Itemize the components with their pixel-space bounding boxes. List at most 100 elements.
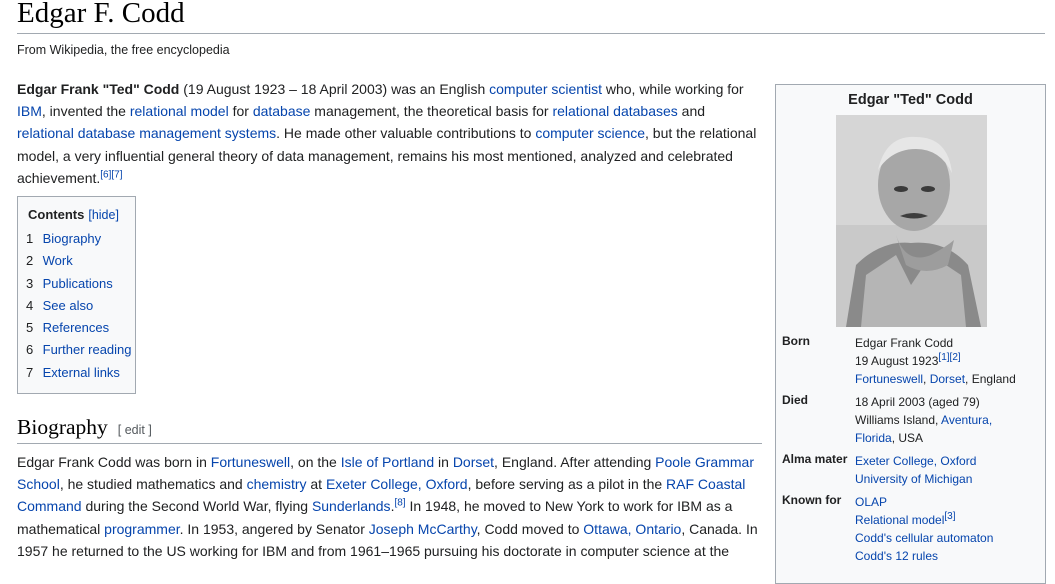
infobox-value: Exeter College, Oxford University of Mic… — [855, 452, 976, 488]
separator: , — [923, 372, 930, 386]
infobox-value: 18 April 2003 (aged 79) Williams Island,… — [855, 393, 992, 447]
toc-link-external-links[interactable]: External links — [43, 365, 120, 380]
link-ibm[interactable]: IBM — [17, 103, 42, 119]
intro-text: management, the theoretical basis for — [310, 103, 553, 120]
bio-text: in — [434, 454, 453, 470]
link-relational-databases[interactable]: relational databases — [552, 103, 677, 119]
reference-link[interactable]: [3] — [944, 511, 955, 522]
bio-text: . In 1953, angered by Senator — [179, 520, 369, 537]
infobox: Edgar "Ted" Codd Born Edgar Frank Codd 1… — [775, 84, 1046, 584]
bio-text: Edgar Frank Codd was born in — [17, 454, 211, 470]
link-exeter-college[interactable]: Exeter College, Oxford — [855, 454, 976, 468]
section-heading-text: Biography — [17, 415, 108, 439]
toc-link-publications[interactable]: Publications — [43, 276, 113, 291]
link-fortuneswell[interactable]: Fortuneswell — [855, 372, 923, 386]
toc-list: 1 Biography 2 Work 3 Publications 4 See … — [26, 231, 132, 387]
link-isle-of-portland[interactable]: Isle of Portland — [341, 454, 434, 470]
born-country: , England — [965, 372, 1016, 386]
title-divider — [17, 33, 1045, 34]
toc-item[interactable]: 1 Biography — [26, 231, 132, 253]
link-joseph-mccarthy[interactable]: Joseph McCarthy — [369, 521, 477, 537]
link-relational-model[interactable]: Relational model — [855, 513, 944, 527]
portrait-illustration — [836, 115, 987, 327]
intro-text: who, while working for — [601, 81, 744, 97]
intro-name: Edgar Frank "Ted" Codd — [17, 81, 180, 97]
died-place-text: Williams Island, — [855, 413, 942, 427]
infobox-label: Alma mater — [782, 452, 848, 466]
toc-item[interactable]: 2 Work — [26, 253, 132, 275]
toc-link-biography[interactable]: Biography — [43, 231, 102, 246]
toc-item[interactable]: 3 Publications — [26, 276, 132, 298]
died-country: , USA — [891, 431, 924, 445]
intro-text: and — [677, 103, 706, 120]
bio-text: , Codd moved to — [476, 520, 584, 537]
link-university-of-michigan[interactable]: University of Michigan — [855, 472, 972, 486]
toc-header: Contents [hide] — [28, 207, 119, 222]
born-date: 19 August 1923 — [855, 354, 939, 368]
intro-paragraph: Edgar Frank "Ted" Codd (19 August 1923 –… — [17, 78, 762, 189]
link-olap[interactable]: OLAP — [855, 495, 887, 509]
infobox-label: Known for — [782, 493, 842, 507]
infobox-title: Edgar "Ted" Codd — [848, 92, 973, 108]
infobox-label: Born — [782, 334, 810, 348]
section-divider — [17, 443, 762, 444]
reference-link[interactable]: [1][2] — [938, 352, 960, 363]
link-programmer[interactable]: programmer — [104, 521, 179, 537]
toc-link-see-also[interactable]: See also — [43, 298, 94, 313]
toc-number: 4 — [26, 297, 34, 313]
link-computer-science[interactable]: computer science — [535, 125, 645, 141]
link-codds-cellular-automaton[interactable]: Codd's cellular automaton — [855, 531, 993, 545]
toc-number: 6 — [26, 342, 34, 358]
table-of-contents: Contents [hide] 1 Biography 2 Work 3 Publ… — [17, 196, 136, 394]
site-tagline: From Wikipedia, the free encyclopedia — [17, 43, 230, 57]
toc-number: 1 — [26, 231, 34, 246]
bio-text: at — [306, 476, 326, 493]
intro-text: , invented the — [41, 103, 130, 120]
toc-link-references[interactable]: References — [43, 320, 109, 335]
link-aventura[interactable]: Aventura, — [941, 413, 992, 427]
reference-link[interactable]: [6][7] — [100, 169, 122, 180]
biography-paragraph: Edgar Frank Codd was born in Fortuneswel… — [17, 451, 762, 562]
link-codds-12-rules[interactable]: Codd's 12 rules — [855, 549, 938, 563]
section-heading-biography: Biography [ edit ] — [17, 415, 152, 440]
toc-hide-toggle[interactable]: [hide] — [88, 208, 119, 222]
portrait-photo-icon[interactable] — [836, 115, 987, 327]
bio-text: , before serving as a pilot in the — [467, 476, 667, 493]
page-title: Edgar F. Codd — [17, 0, 185, 29]
reference-link[interactable]: [8] — [394, 498, 405, 509]
link-chemistry[interactable]: chemistry — [247, 476, 307, 492]
toc-item[interactable]: 4 See also — [26, 298, 132, 320]
toc-number: 2 — [26, 253, 34, 269]
intro-text: for — [228, 103, 253, 120]
born-place-line: Fortuneswell, Dorset, England — [855, 370, 1016, 388]
link-rdbms[interactable]: relational database management systems — [17, 125, 276, 141]
toc-number: 5 — [26, 320, 34, 336]
toc-item[interactable]: 5 References — [26, 320, 132, 342]
link-dorset[interactable]: Dorset — [930, 372, 965, 386]
bio-text: , he studied mathematics and — [59, 476, 247, 493]
born-name: Edgar Frank Codd — [855, 336, 954, 350]
bio-text: , England. After attending — [494, 454, 656, 470]
bio-text: during the Second World War, flying — [81, 498, 312, 515]
died-date: 18 April 2003 (aged 79) — [855, 395, 980, 409]
died-place-line: Florida, USA — [855, 429, 992, 447]
toc-item[interactable]: 7 External links — [26, 365, 132, 387]
link-database[interactable]: database — [253, 103, 311, 119]
toc-item[interactable]: 6 Further reading — [26, 342, 132, 364]
died-place-line: Williams Island, Aventura, — [855, 411, 992, 429]
link-florida[interactable]: Florida — [855, 431, 892, 445]
link-fortuneswell[interactable]: Fortuneswell — [211, 454, 290, 470]
born-date-line: 19 August 1923[1][2] — [855, 352, 1016, 370]
toc-link-work[interactable]: Work — [43, 253, 73, 268]
link-relational-model[interactable]: relational model — [130, 103, 229, 119]
infobox-value: Edgar Frank Codd 19 August 1923[1][2] Fo… — [855, 334, 1016, 388]
edit-section-link[interactable]: [ edit ] — [118, 423, 152, 437]
link-exeter-college[interactable]: Exeter College, Oxford — [326, 476, 468, 492]
toc-link-further-reading[interactable]: Further reading — [43, 342, 132, 357]
link-sunderlands[interactable]: Sunderlands — [312, 498, 391, 514]
infobox-label: Died — [782, 393, 809, 407]
link-ottawa-ontario[interactable]: Ottawa, Ontario — [583, 521, 681, 537]
link-computer-scientist[interactable]: computer scientist — [489, 81, 602, 97]
bio-text: , on the — [290, 454, 341, 470]
link-dorset[interactable]: Dorset — [453, 454, 494, 470]
